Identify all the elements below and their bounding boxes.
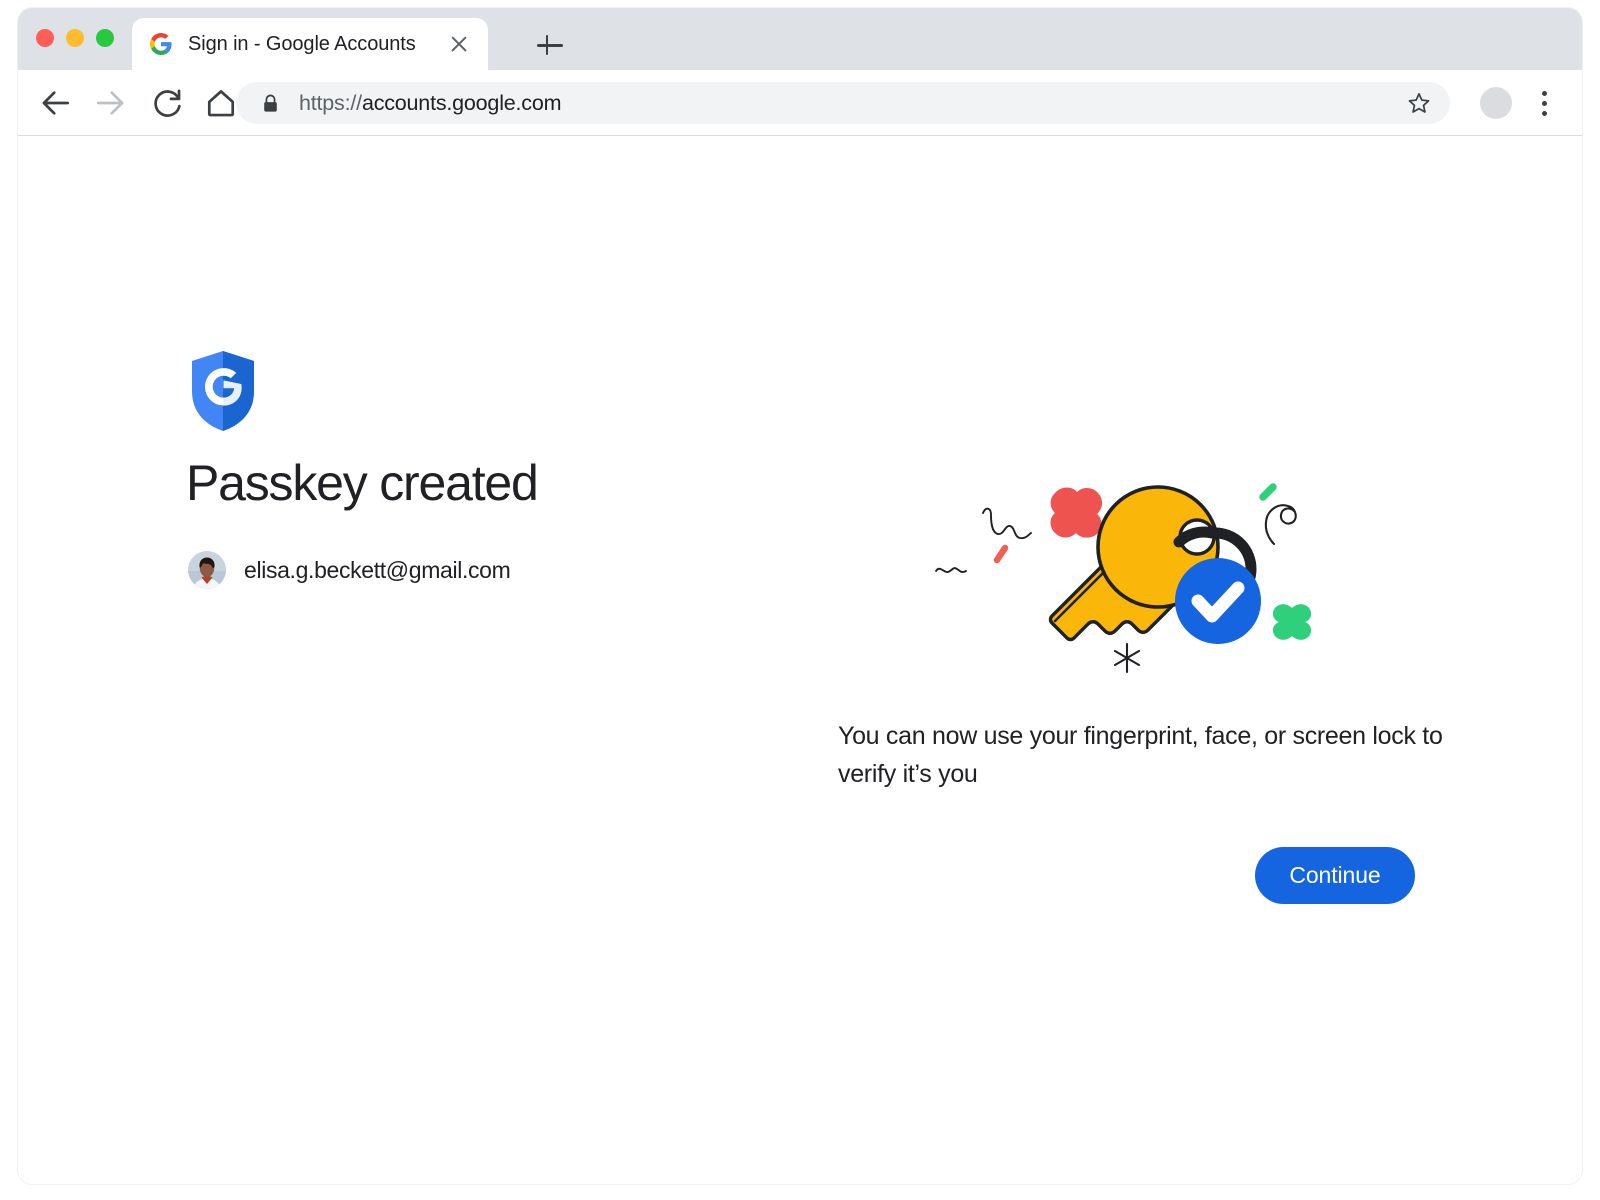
close-window-button[interactable] xyxy=(36,29,54,47)
browser-tab[interactable]: Sign in - Google Accounts xyxy=(132,18,488,70)
reload-icon[interactable] xyxy=(148,84,186,122)
url-scheme: https:// xyxy=(299,91,362,115)
blue-check-badge xyxy=(1175,558,1261,644)
arrow-right-icon[interactable] xyxy=(92,84,130,122)
tab-title: Sign in - Google Accounts xyxy=(188,33,436,56)
account-chip: elisa.g.beckett@gmail.com xyxy=(188,551,510,589)
star-icon[interactable] xyxy=(1406,90,1432,116)
maximize-window-button[interactable] xyxy=(96,29,114,47)
red-dash xyxy=(997,548,1005,560)
green-dash xyxy=(1263,487,1273,497)
tab-strip: Sign in - Google Accounts xyxy=(18,8,1582,70)
google-g-icon xyxy=(150,33,172,55)
browser-toolbar: https://accounts.google.com xyxy=(18,70,1582,136)
close-icon[interactable] xyxy=(446,31,472,57)
page-title: Passkey created xyxy=(186,454,538,512)
avatar xyxy=(188,551,226,589)
new-tab-button[interactable] xyxy=(534,30,566,62)
arrow-left-icon[interactable] xyxy=(36,84,74,122)
account-email: elisa.g.beckett@gmail.com xyxy=(244,557,510,584)
green-flower xyxy=(1273,604,1311,640)
address-bar[interactable]: https://accounts.google.com xyxy=(236,82,1450,124)
red-blob xyxy=(1051,488,1103,538)
passkey-key-illustration xyxy=(908,471,1328,681)
black-asterisk xyxy=(1115,644,1139,672)
url-text: https://accounts.google.com xyxy=(299,91,1398,116)
continue-button[interactable]: Continue xyxy=(1255,847,1415,904)
url-host: accounts.google.com xyxy=(362,91,561,115)
window-traffic-lights xyxy=(36,29,114,47)
page-content: Passkey created elisa xyxy=(18,136,1582,1184)
lock-icon xyxy=(262,94,279,113)
three-dots-menu-icon[interactable] xyxy=(1532,86,1558,120)
home-icon[interactable] xyxy=(202,84,240,122)
avatar-icon[interactable] xyxy=(1480,87,1512,119)
description-text: You can now use your fingerprint, face, … xyxy=(838,717,1463,793)
minimize-window-button[interactable] xyxy=(66,29,84,47)
browser-window: Sign in - Google Accounts xyxy=(18,8,1582,1184)
google-security-shield-icon xyxy=(188,350,258,432)
